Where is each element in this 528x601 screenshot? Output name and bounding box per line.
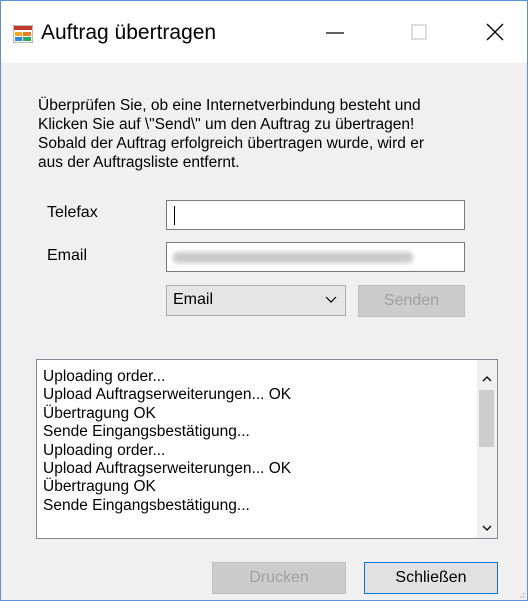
instructions-line: Sobald der Auftrag erfolgreich übertrage… bbox=[38, 135, 424, 152]
log-line: Übertragung OK bbox=[43, 478, 156, 496]
scroll-up-button[interactable] bbox=[477, 370, 497, 386]
log-list: Uploading order... Upload Auftragserweit… bbox=[43, 368, 291, 515]
telefax-input[interactable] bbox=[166, 200, 465, 230]
app-window-icon bbox=[13, 25, 33, 43]
minimize-icon bbox=[326, 32, 344, 34]
log-scrollbar[interactable] bbox=[477, 360, 497, 538]
resize-grip-icon[interactable] bbox=[517, 590, 525, 598]
instructions-line: aus der Auftragsliste entfernt. bbox=[38, 154, 240, 171]
email-value-redacted bbox=[173, 252, 413, 263]
maximize-button[interactable] bbox=[391, 1, 447, 63]
email-label: Email bbox=[47, 247, 88, 264]
close-icon bbox=[486, 23, 504, 41]
title-bar[interactable]: Auftrag übertragen bbox=[1, 1, 527, 63]
text-caret bbox=[174, 206, 175, 225]
log-line: Sende Eingangsbestätigung... bbox=[43, 423, 250, 441]
instructions-text: Überprüfen Sie, ob eine Internetverbindu… bbox=[38, 96, 508, 172]
chevron-down-icon bbox=[482, 525, 492, 531]
scroll-down-button[interactable] bbox=[477, 520, 497, 536]
log-line: Upload Auftragserweiterungen... OK bbox=[43, 386, 292, 404]
chevron-up-icon bbox=[482, 375, 492, 381]
scroll-thumb[interactable] bbox=[479, 390, 494, 447]
log-listbox[interactable]: Uploading order... Upload Auftragserweit… bbox=[36, 359, 498, 539]
send-button[interactable]: Senden bbox=[358, 285, 465, 317]
send-method-select[interactable]: Email bbox=[166, 285, 346, 316]
chevron-down-icon bbox=[325, 296, 337, 303]
close-button[interactable] bbox=[467, 1, 523, 63]
maximize-icon bbox=[411, 24, 427, 40]
close-dialog-button[interactable]: Schließen bbox=[364, 562, 498, 594]
minimize-button[interactable] bbox=[307, 1, 363, 63]
window-title: Auftrag übertragen bbox=[41, 21, 217, 44]
instructions-line: Überprüfen Sie, ob eine Internetverbindu… bbox=[38, 97, 421, 114]
instructions-line: Klicken Sie auf \"Send\" um den Auftrag … bbox=[38, 116, 415, 133]
email-input[interactable] bbox=[166, 242, 465, 272]
log-line: Sende Eingangsbestätigung... bbox=[43, 496, 250, 514]
log-line: Uploading order... bbox=[43, 441, 166, 459]
log-line: Uploading order... bbox=[43, 368, 166, 385]
telefax-label: Telefax bbox=[47, 204, 98, 221]
print-button[interactable]: Drucken bbox=[212, 562, 346, 594]
log-line: Upload Auftragserweiterungen... OK bbox=[43, 460, 292, 478]
dialog-window: Auftrag übertragen Überprüfen Sie, ob ei… bbox=[0, 0, 528, 601]
send-method-value: Email bbox=[173, 291, 214, 308]
log-line: Übertragung OK bbox=[43, 404, 156, 422]
